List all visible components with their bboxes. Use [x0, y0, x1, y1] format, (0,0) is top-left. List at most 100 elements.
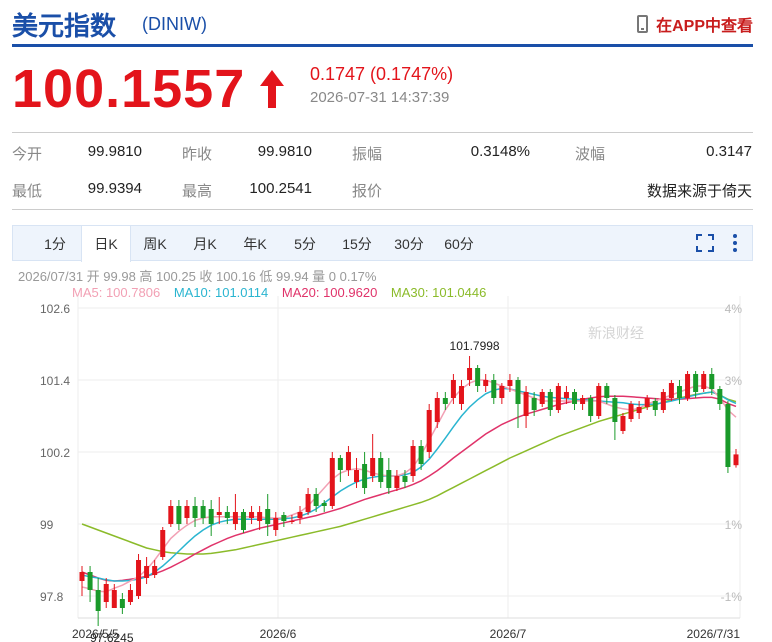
candle-body — [305, 494, 311, 512]
candle — [483, 374, 489, 392]
tab-1min[interactable]: 1分 — [35, 226, 75, 260]
candle-body — [354, 470, 360, 482]
candle — [200, 500, 206, 524]
candlestick-chart: 新浪财经 102.6 101.4 100.2 99 97.8 4% 3% 1% -1% 2026/… — [40, 296, 742, 642]
tab-30min[interactable]: 30分 — [387, 226, 431, 260]
candle — [362, 452, 368, 494]
y-tick-label: 102.6 — [40, 302, 70, 316]
stat-label-low: 最低 — [12, 183, 43, 200]
more-options-icon[interactable] — [731, 233, 739, 253]
candle-body — [345, 452, 351, 470]
candle-body — [499, 386, 505, 398]
stat-value-prev-close: 99.9810 — [257, 143, 312, 160]
fullscreen-icon[interactable] — [696, 234, 714, 252]
candle-body — [652, 401, 658, 410]
ma10-line — [81, 387, 737, 582]
candle — [580, 395, 586, 410]
x-tick-label: 2026/6 — [260, 627, 297, 641]
stat-label-volatility: 波幅 — [575, 146, 606, 163]
candle-body — [192, 506, 198, 518]
candle-body — [580, 398, 586, 404]
candle-body — [410, 446, 416, 476]
tab-yearly-k[interactable]: 年K — [235, 226, 275, 260]
candle-body — [604, 386, 610, 398]
candle — [176, 500, 182, 530]
candle-body — [539, 392, 545, 404]
stat-value-high: 100.2541 — [249, 180, 312, 197]
candle-body — [224, 512, 230, 518]
tab-monthly-k[interactable]: 月K — [185, 226, 225, 260]
stat-label-amplitude: 振幅 — [352, 146, 383, 163]
candle-body — [572, 392, 578, 404]
tab-daily-k[interactable]: 日K — [81, 226, 131, 262]
candle-body — [313, 494, 319, 506]
candle — [144, 557, 150, 584]
candle — [402, 470, 408, 488]
candle-body — [168, 506, 174, 524]
candle-body — [337, 458, 343, 470]
candle — [79, 566, 85, 596]
candle-body — [216, 512, 222, 515]
x-tick-label: 2026/7 — [490, 627, 527, 641]
candle-info-line: 2026/07/31 开 99.98 高 100.25 收 100.16 低 9… — [18, 269, 377, 284]
tab-weekly-k[interactable]: 周K — [135, 226, 175, 260]
open-in-app-label: 在APP中查看 — [656, 18, 753, 35]
candle — [337, 455, 343, 482]
candle — [628, 401, 634, 422]
candle — [232, 494, 238, 530]
tab-5min[interactable]: 5分 — [285, 226, 325, 260]
candle-body — [442, 398, 448, 404]
candle-body — [418, 446, 424, 464]
candle — [458, 380, 464, 410]
candle — [547, 389, 553, 416]
candle — [539, 389, 545, 407]
candle-body — [450, 380, 456, 398]
candle-body — [733, 454, 739, 466]
stat-value-amplitude: 0.3148% — [470, 143, 530, 160]
candle — [208, 500, 214, 536]
candle — [620, 413, 626, 434]
current-price: 100.1557 — [12, 59, 246, 119]
candle-body — [701, 374, 707, 389]
candle-body — [475, 368, 481, 386]
watermark: 新浪财经 — [588, 325, 644, 341]
up-arrow-icon — [260, 70, 284, 108]
candle-body — [693, 374, 699, 392]
stat-label-quote-source: 报价 — [352, 183, 383, 200]
candle-body — [660, 392, 666, 410]
candle — [596, 383, 602, 419]
candle — [467, 356, 473, 386]
candle-body — [144, 566, 150, 578]
candles — [79, 356, 739, 626]
stat-value-quote-source: 数据来源于倚天 — [646, 183, 752, 200]
stat-value-low: 99.9394 — [87, 180, 142, 197]
candle-body — [717, 389, 723, 404]
tab-15min[interactable]: 15分 — [335, 226, 379, 260]
candle-body — [620, 416, 626, 431]
stat-value-volatility: 0.3147 — [706, 143, 752, 160]
candle — [184, 500, 190, 524]
max-price-label: 101.7998 — [450, 339, 500, 353]
candle — [612, 395, 618, 440]
candle — [717, 386, 723, 410]
candle-body — [386, 470, 392, 488]
candle — [160, 527, 166, 560]
candle-body — [127, 590, 133, 602]
candle — [329, 452, 335, 509]
candle-body — [426, 410, 432, 452]
candle-body — [200, 506, 206, 518]
candle — [572, 389, 578, 410]
candle-body — [79, 572, 85, 581]
tab-60min[interactable]: 60分 — [437, 226, 481, 260]
candle-body — [491, 380, 497, 398]
candle-body — [628, 404, 634, 419]
symbol-code: (DINIW) — [142, 14, 207, 34]
candle-body — [531, 398, 537, 410]
open-in-app-link[interactable]: 在APP中查看 — [637, 12, 753, 36]
candle — [249, 506, 255, 524]
candle-body — [555, 386, 561, 410]
candle — [386, 458, 392, 494]
candle-body — [394, 476, 400, 488]
stat-value-open: 99.9810 — [87, 143, 142, 160]
candle-body — [588, 398, 594, 416]
